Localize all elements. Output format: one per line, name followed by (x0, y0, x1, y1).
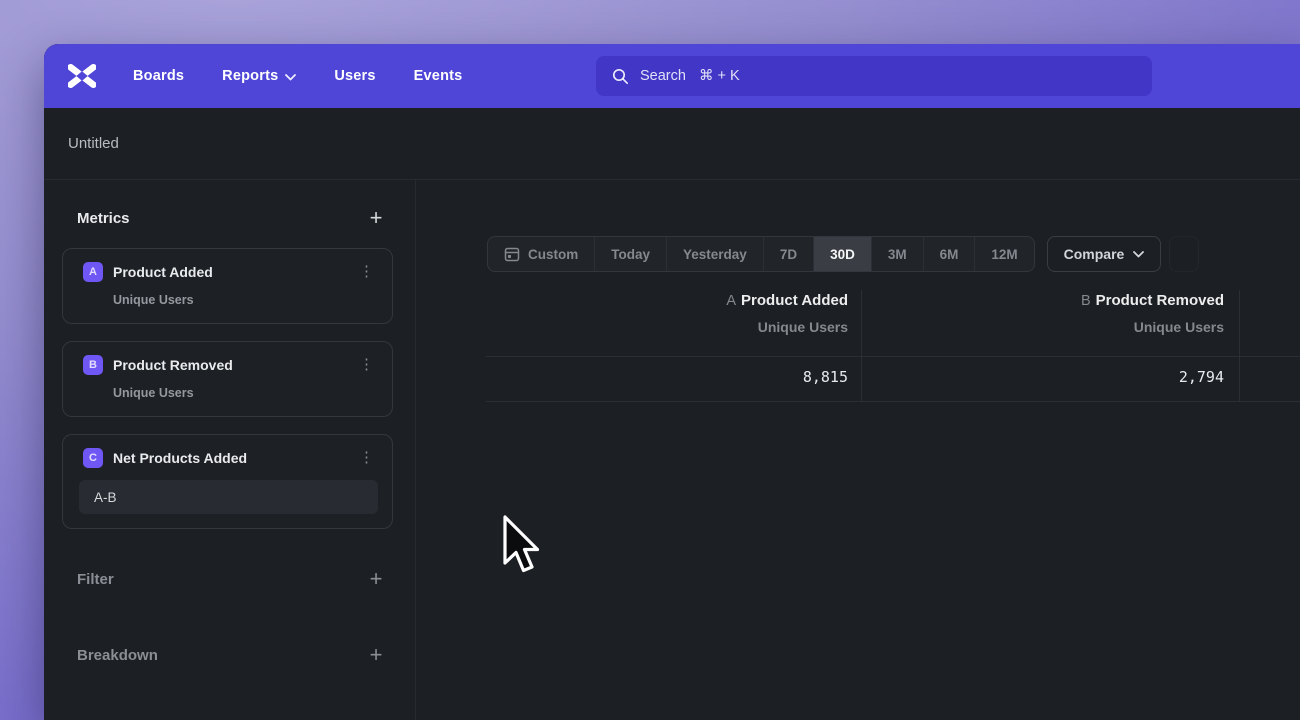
metric-menu-icon[interactable]: ⋮ (355, 451, 378, 465)
nav-users[interactable]: Users (334, 68, 375, 84)
chevron-down-icon (285, 74, 296, 81)
metric-badge-a: A (83, 262, 103, 282)
formula-input[interactable]: A-B (79, 480, 378, 514)
report-canvas: Custom Today Yesterday 7D 30D 3M 6M 12M … (416, 180, 1300, 720)
nav-events[interactable]: Events (414, 68, 463, 84)
metric-card-b[interactable]: B Product Removed ⋮ Unique Users (62, 341, 393, 417)
filter-label: Filter (77, 571, 114, 588)
compare-button[interactable]: Compare (1047, 236, 1162, 272)
breakdown-section-header: Breakdown + (62, 645, 393, 665)
date-controls: Custom Today Yesterday 7D 30D 3M 6M 12M … (487, 236, 1199, 272)
metric-measure[interactable]: Unique Users (113, 293, 378, 307)
chevron-down-icon (1133, 251, 1144, 258)
mouse-cursor (497, 513, 547, 581)
metrics-section-header: Metrics + (62, 208, 393, 228)
metric-menu-icon[interactable]: ⋮ (355, 265, 378, 279)
date-range-7d[interactable]: 7D (764, 237, 814, 271)
date-range-picker: Custom Today Yesterday 7D 30D 3M 6M 12M (487, 236, 1035, 272)
calendar-icon (504, 246, 520, 262)
metrics-label: Metrics (77, 210, 130, 227)
main-nav: Boards Reports Users Events (133, 68, 462, 84)
metric-name: Net Products Added (113, 450, 355, 466)
query-sidebar: Metrics + A Product Added ⋮ Unique Users… (44, 180, 416, 720)
nav-boards[interactable]: Boards (133, 68, 184, 84)
metric-measure[interactable]: Unique Users (113, 386, 378, 400)
partial-button (1169, 236, 1199, 272)
metric-card-a[interactable]: A Product Added ⋮ Unique Users (62, 248, 393, 324)
table-header-rule (486, 356, 1300, 357)
search-placeholder: Search (640, 68, 686, 84)
app-window: Boards Reports Users Events Search (44, 44, 1300, 720)
metric-name: Product Removed (113, 357, 355, 373)
add-metric-button[interactable]: + (365, 208, 387, 228)
table-header-b: BProduct Removed Unique Users (875, 292, 1224, 335)
add-filter-button[interactable]: + (365, 569, 387, 589)
filter-section-header: Filter + (62, 569, 393, 589)
metric-badge-b: B (83, 355, 103, 375)
date-range-30d[interactable]: 30D (814, 237, 872, 271)
add-breakdown-button[interactable]: + (365, 645, 387, 665)
table-value-b: 2,794 (875, 368, 1224, 386)
date-range-6m[interactable]: 6M (924, 237, 976, 271)
table-value-a: 8,815 (486, 368, 848, 386)
table-column-divider (861, 290, 862, 402)
metric-badge-c: C (83, 448, 103, 468)
date-range-custom[interactable]: Custom (488, 237, 595, 271)
date-range-yesterday[interactable]: Yesterday (667, 237, 764, 271)
table-row-rule (486, 401, 1300, 402)
report-titlebar: Untitled (44, 108, 1300, 180)
table-column-divider (1239, 290, 1240, 402)
metric-menu-icon[interactable]: ⋮ (355, 358, 378, 372)
search-shortcut: ⌘ + K (699, 68, 740, 84)
search-icon (612, 68, 629, 85)
table-header-a: AProduct Added Unique Users (486, 292, 848, 335)
date-range-3m[interactable]: 3M (872, 237, 924, 271)
metric-name: Product Added (113, 264, 355, 280)
top-navbar: Boards Reports Users Events Search (44, 44, 1300, 108)
page-title[interactable]: Untitled (68, 135, 119, 152)
desktop-background: Boards Reports Users Events Search (0, 0, 1300, 720)
date-range-12m[interactable]: 12M (975, 237, 1033, 271)
mixpanel-logo-icon[interactable] (68, 64, 96, 88)
nav-reports[interactable]: Reports (222, 68, 296, 84)
metric-card-c[interactable]: C Net Products Added ⋮ A-B (62, 434, 393, 529)
breakdown-label: Breakdown (77, 647, 158, 664)
search-input[interactable]: Search ⌘ + K (596, 56, 1152, 96)
date-range-today[interactable]: Today (595, 237, 667, 271)
